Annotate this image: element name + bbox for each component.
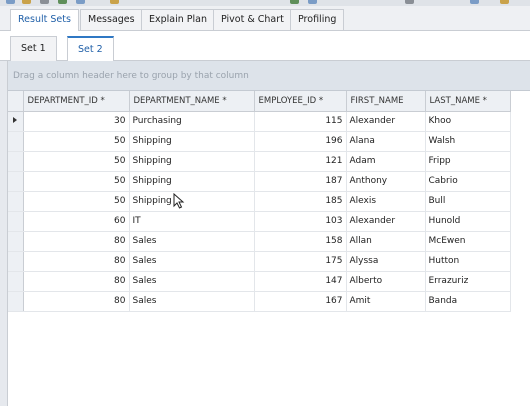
cell-department-name[interactable]: Sales [129, 251, 255, 272]
row-selector[interactable] [8, 231, 24, 252]
cell-first-name[interactable]: Alexis [346, 191, 426, 212]
cell-first-name[interactable]: Allan [346, 231, 426, 252]
cell-department-id[interactable]: 50 [23, 131, 130, 152]
results-table: DEPARTMENT_ID * DEPARTMENT_NAME * EMPLOY… [8, 91, 511, 312]
cell-department-name[interactable]: Sales [129, 271, 255, 292]
cell-employee-id[interactable]: 167 [254, 291, 347, 312]
header-row: DEPARTMENT_ID * DEPARTMENT_NAME * EMPLOY… [8, 91, 511, 112]
column-header-employee-id[interactable]: EMPLOYEE_ID * [254, 91, 347, 112]
row-selector[interactable] [8, 211, 24, 232]
table-row[interactable]: 80 Sales 147 Alberto Errazuriz [8, 271, 511, 292]
tab-explain-plan[interactable]: Explain Plan [141, 9, 216, 30]
cell-last-name[interactable]: Hutton [425, 251, 511, 272]
cell-department-name[interactable]: Shipping [129, 131, 255, 152]
row-selector[interactable] [8, 271, 24, 292]
grid-left-gutter [0, 61, 8, 406]
table-row[interactable]: 30 Purchasing 115 Alexander Khoo [8, 111, 511, 132]
cell-first-name[interactable]: Alberto [346, 271, 426, 292]
cell-last-name[interactable]: Banda [425, 291, 511, 312]
row-selector[interactable] [8, 191, 24, 212]
group-by-drop-area[interactable]: Drag a column header here to group by th… [8, 61, 530, 91]
table-row[interactable]: 60 IT 103 Alexander Hunold [8, 211, 511, 232]
cell-department-id[interactable]: 80 [23, 231, 130, 252]
cell-department-name[interactable]: Sales [129, 231, 255, 252]
cell-department-name[interactable]: Sales [129, 291, 255, 312]
cell-last-name[interactable]: McEwen [425, 231, 511, 252]
cell-employee-id[interactable]: 185 [254, 191, 347, 212]
cell-department-id[interactable]: 60 [23, 211, 130, 232]
column-header-first-name[interactable]: FIRST_NAME [346, 91, 426, 112]
cell-department-name[interactable]: Purchasing [129, 111, 255, 132]
cell-first-name[interactable]: Alyssa [346, 251, 426, 272]
cell-department-name[interactable]: Shipping [129, 151, 255, 172]
cell-employee-id[interactable]: 147 [254, 271, 347, 292]
results-grid: DEPARTMENT_ID * DEPARTMENT_NAME * EMPLOY… [8, 91, 530, 406]
cell-department-id[interactable]: 80 [23, 271, 130, 292]
cell-first-name[interactable]: Alana [346, 131, 426, 152]
cell-department-id[interactable]: 50 [23, 151, 130, 172]
cell-first-name[interactable]: Alexander [346, 111, 426, 132]
cell-employee-id[interactable]: 158 [254, 231, 347, 252]
column-header-department-name[interactable]: DEPARTMENT_NAME * [129, 91, 255, 112]
current-row-arrow-icon [13, 117, 18, 123]
tab-profiling[interactable]: Profiling [290, 9, 345, 30]
cell-employee-id[interactable]: 121 [254, 151, 347, 172]
column-header-department-id[interactable]: DEPARTMENT_ID * [23, 91, 130, 112]
cell-last-name[interactable]: Errazuriz [425, 271, 511, 292]
row-selector[interactable] [8, 171, 24, 192]
row-selector[interactable] [8, 111, 24, 132]
result-tabs-bar: Result Sets Messages Explain Plan Pivot … [0, 6, 530, 32]
cell-department-id[interactable]: 80 [23, 251, 130, 272]
row-selector[interactable] [8, 291, 24, 312]
table-row[interactable]: 50 Shipping 196 Alana Walsh [8, 131, 511, 152]
cell-first-name[interactable]: Adam [346, 151, 426, 172]
cell-employee-id[interactable]: 196 [254, 131, 347, 152]
cell-department-name[interactable]: Shipping [129, 171, 255, 192]
cell-department-id[interactable]: 50 [23, 171, 130, 192]
cell-employee-id[interactable]: 175 [254, 251, 347, 272]
table-row[interactable]: 50 Shipping 185 Alexis Bull [8, 191, 511, 212]
cell-last-name[interactable]: Walsh [425, 131, 511, 152]
cell-first-name[interactable]: Anthony [346, 171, 426, 192]
row-header-corner [8, 91, 24, 112]
cell-department-id[interactable]: 50 [23, 191, 130, 212]
cell-employee-id[interactable]: 115 [254, 111, 347, 132]
cell-last-name[interactable]: Bull [425, 191, 511, 212]
cell-employee-id[interactable]: 187 [254, 171, 347, 192]
tab-result-sets[interactable]: Result Sets [10, 9, 79, 32]
tab-set-1[interactable]: Set 1 [10, 36, 57, 61]
table-row[interactable]: 50 Shipping 121 Adam Fripp [8, 151, 511, 172]
table-row[interactable]: 80 Sales 175 Alyssa Hutton [8, 251, 511, 272]
mouse-pointer-icon [173, 193, 185, 209]
table-row[interactable]: 80 Sales 167 Amit Banda [8, 291, 511, 312]
cell-last-name[interactable]: Fripp [425, 151, 511, 172]
cell-employee-id[interactable]: 103 [254, 211, 347, 232]
cell-last-name[interactable]: Cabrio [425, 171, 511, 192]
cell-last-name[interactable]: Khoo [425, 111, 511, 132]
cell-first-name[interactable]: Amit [346, 291, 426, 312]
result-set-tabs-bar: Set 1 Set 2 [0, 31, 530, 62]
tab-pivot-chart[interactable]: Pivot & Chart [213, 9, 292, 30]
tab-messages[interactable]: Messages [80, 9, 143, 30]
row-selector[interactable] [8, 151, 24, 172]
row-selector[interactable] [8, 251, 24, 272]
cell-department-name[interactable]: IT [129, 211, 255, 232]
cell-first-name[interactable]: Alexander [346, 211, 426, 232]
row-selector[interactable] [8, 131, 24, 152]
cell-last-name[interactable]: Hunold [425, 211, 511, 232]
cell-department-name[interactable]: Shipping [129, 191, 255, 212]
cell-department-id[interactable]: 30 [23, 111, 130, 132]
group-by-hint: Drag a column header here to group by th… [13, 71, 249, 81]
tab-set-2[interactable]: Set 2 [67, 36, 114, 62]
table-row[interactable]: 50 Shipping 187 Anthony Cabrio [8, 171, 511, 192]
cell-department-id[interactable]: 80 [23, 291, 130, 312]
table-row[interactable]: 80 Sales 158 Allan McEwen [8, 231, 511, 252]
column-header-last-name[interactable]: LAST_NAME * [425, 91, 511, 112]
